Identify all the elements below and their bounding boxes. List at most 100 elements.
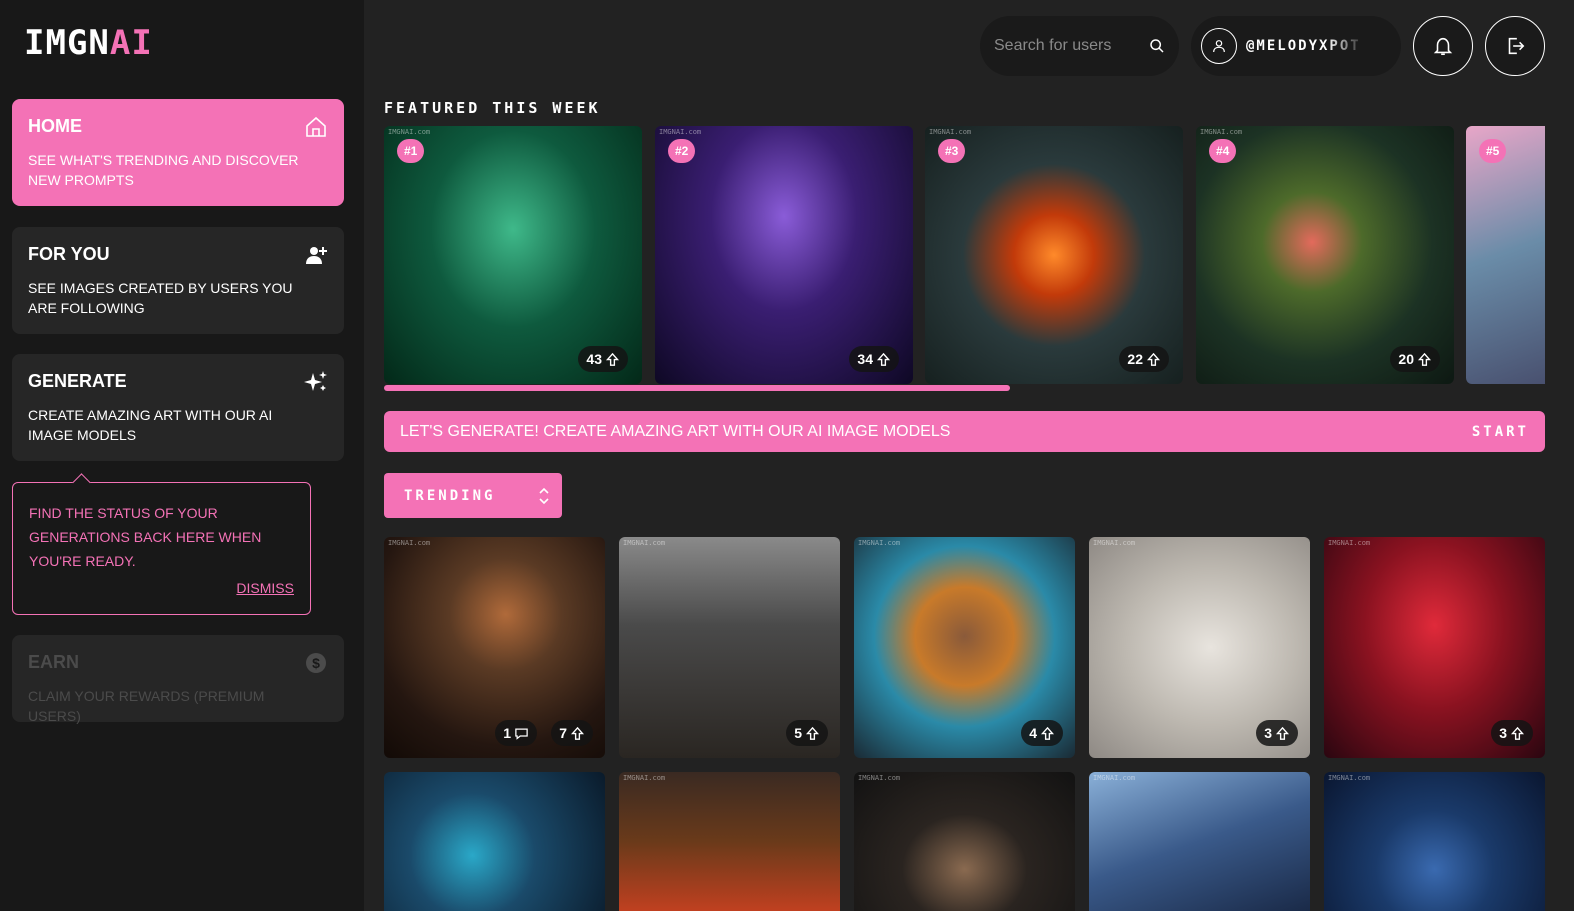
avatar	[1201, 28, 1237, 64]
watermark: IMGNAI.com	[929, 128, 972, 136]
gallery-image[interactable]: IMGNAI.com	[1089, 772, 1310, 911]
sidebar-item-desc: SEE IMAGES CREATED BY USERS YOU ARE FOLL…	[28, 280, 293, 316]
start-button[interactable]: START	[1472, 424, 1529, 440]
featured-carousel[interactable]: IMGNAI.com #1 43 IMGNAI.com #2 34 IMGNAI…	[384, 126, 1545, 384]
featured-image-1[interactable]: IMGNAI.com #1 43	[384, 126, 642, 384]
arrow-up-icon	[605, 352, 620, 366]
featured-image-2[interactable]: IMGNAI.com #2 34	[655, 126, 913, 384]
svg-text:$: $	[312, 655, 320, 671]
sidebar-item-earn[interactable]: EARN CLAIM YOUR REWARDS (PREMIUM USERS) …	[12, 635, 344, 724]
chevron-up-down-icon	[539, 487, 549, 504]
logo-text-imgn: IMGN	[24, 23, 110, 63]
arrow-up-icon	[805, 726, 820, 740]
watermark: IMGNAI.com	[623, 539, 666, 547]
arrow-up-icon	[1510, 726, 1525, 740]
gallery-image[interactable]: IMGNAI.com	[854, 772, 1075, 911]
arrow-up-icon	[1275, 726, 1290, 740]
sidebar-item-title: EARN	[28, 652, 80, 672]
comment-badge[interactable]: 1	[495, 720, 537, 746]
gallery-image[interactable]: IMGNAI.com	[619, 772, 840, 911]
gallery-image[interactable]: IMGNAI.com	[1324, 772, 1545, 911]
gallery-image[interactable]: IMGNAI.com 1 7	[384, 537, 605, 758]
upvote-badge[interactable]: 43	[578, 346, 628, 372]
watermark: IMGNAI.com	[388, 539, 431, 547]
sidebar-item-generate[interactable]: GENERATE CREATE AMAZING ART WITH OUR AI …	[12, 354, 344, 461]
banner-text: LET'S GENERATE! CREATE AMAZING ART WITH …	[400, 422, 951, 440]
gallery-image[interactable]: IMGNAI.com 3	[1324, 537, 1545, 758]
watermark: IMGNAI.com	[1093, 774, 1136, 782]
user-plus-icon	[306, 247, 327, 264]
upvote-badge[interactable]: 20	[1390, 346, 1440, 372]
app-root: IMGNAI HOME SEE WHAT'S TRENDING AND DISC…	[0, 0, 1574, 911]
sidebar-item-desc: SEE WHAT'S TRENDING AND DISCOVER NEW PRO…	[28, 152, 299, 188]
sidebar-item-home[interactable]: HOME SEE WHAT'S TRENDING AND DISCOVER NE…	[12, 99, 344, 206]
search-icon[interactable]	[1149, 38, 1165, 54]
logo-text-ai: AI	[109, 23, 153, 63]
sort-select[interactable]: TRENDING	[384, 473, 562, 518]
rank-badge: #2	[668, 139, 696, 163]
upvote-count: 7	[559, 725, 567, 741]
dismiss-link[interactable]: DISMISS	[236, 580, 294, 596]
upvote-badge[interactable]: 4	[1021, 720, 1063, 746]
upvote-badge[interactable]: 34	[849, 346, 899, 372]
rank-badge: #5	[1479, 139, 1507, 163]
upvote-count: 20	[1398, 351, 1414, 367]
watermark: IMGNAI.com	[1328, 774, 1371, 782]
sparkles-icon	[304, 371, 327, 391]
gallery-image[interactable]: IMGNAI.com 4	[854, 537, 1075, 758]
carousel-scrollbar[interactable]	[384, 385, 1545, 391]
watermark: IMGNAI.com	[659, 128, 702, 136]
upvote-badge[interactable]: 5	[786, 720, 828, 746]
generate-banner[interactable]: LET'S GENERATE! CREATE AMAZING ART WITH …	[384, 411, 1545, 452]
watermark: IMGNAI.com	[1328, 539, 1371, 547]
arrow-up-icon	[1040, 726, 1055, 740]
upvote-count: 5	[794, 725, 802, 741]
upvote-count: 3	[1499, 725, 1507, 741]
username: @MELODYXPOT	[1246, 38, 1361, 54]
gallery-image[interactable]: IMGNAI.com 5	[619, 537, 840, 758]
status-tooltip: FIND THE STATUS OF YOUR GENERATIONS BACK…	[12, 482, 311, 615]
arrow-up-icon	[876, 352, 891, 366]
sidebar-item-title: GENERATE	[28, 371, 127, 391]
user-profile-button[interactable]: @MELODYXPOT	[1191, 16, 1401, 76]
watermark: IMGNAI.com	[623, 774, 666, 782]
arrow-up-icon	[1417, 352, 1432, 366]
dollar-icon: $	[306, 653, 326, 673]
upvote-count: 3	[1264, 725, 1272, 741]
upvote-badge[interactable]: 3	[1491, 720, 1533, 746]
watermark: IMGNAI.com	[1200, 128, 1243, 136]
rank-badge: #3	[938, 139, 966, 163]
upvote-badge[interactable]: 22	[1119, 346, 1169, 372]
comment-count: 1	[503, 725, 511, 741]
watermark: IMGNAI.com	[388, 128, 431, 136]
featured-image-4[interactable]: IMGNAI.com #4 20	[1196, 126, 1454, 384]
upvote-count: 22	[1127, 351, 1143, 367]
featured-image-3[interactable]: IMGNAI.com #3 22	[925, 126, 1183, 384]
logout-icon	[1508, 37, 1525, 55]
watermark: IMGNAI.com	[858, 539, 901, 547]
logo[interactable]: IMGNAI	[24, 24, 153, 62]
upvote-badge[interactable]: 3	[1256, 720, 1298, 746]
gallery-image[interactable]: IMGNAI.com 3	[1089, 537, 1310, 758]
featured-image-5[interactable]: #5	[1466, 126, 1545, 384]
tooltip-text: FIND THE STATUS OF YOUR GENERATIONS BACK…	[29, 505, 262, 569]
scrollbar-thumb[interactable]	[384, 385, 1010, 391]
upvote-count: 34	[857, 351, 873, 367]
arrow-up-icon	[570, 726, 585, 740]
arrow-up-icon	[1146, 352, 1161, 366]
sidebar-item-desc: CREATE AMAZING ART WITH OUR AI IMAGE MOD…	[28, 407, 273, 443]
sidebar: IMGNAI HOME SEE WHAT'S TRENDING AND DISC…	[0, 0, 364, 911]
section-title-featured: FEATURED THIS WEEK	[384, 99, 601, 117]
user-icon	[1213, 40, 1225, 53]
user-search	[980, 16, 1179, 76]
upvote-count: 4	[1029, 725, 1037, 741]
upvote-count: 43	[586, 351, 602, 367]
comment-icon	[515, 728, 528, 740]
rank-badge: #4	[1209, 139, 1237, 163]
search-input[interactable]	[994, 37, 1149, 55]
notifications-button[interactable]	[1413, 16, 1473, 76]
sidebar-item-for-you[interactable]: FOR YOU SEE IMAGES CREATED BY USERS YOU …	[12, 227, 344, 334]
logout-button[interactable]	[1485, 16, 1545, 76]
gallery-image[interactable]	[384, 772, 605, 911]
upvote-badge[interactable]: 7	[551, 720, 593, 746]
